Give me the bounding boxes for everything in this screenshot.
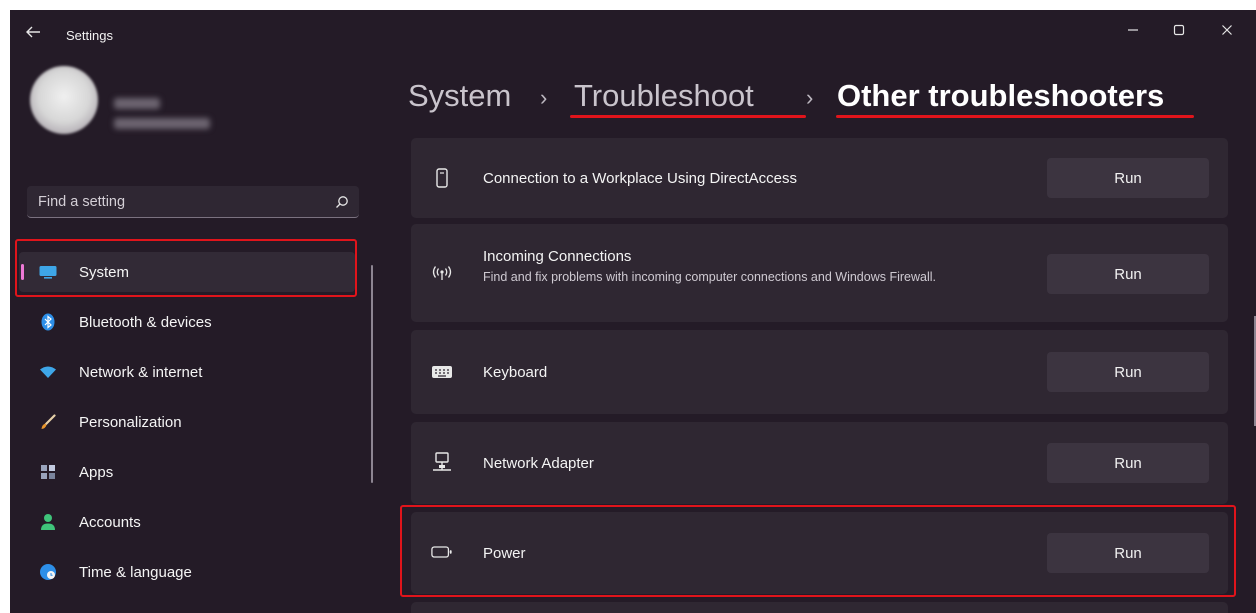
highlight-troubleshoot-underline — [570, 115, 806, 118]
maximize-icon[interactable] — [1162, 16, 1196, 44]
phone-device-icon — [431, 167, 453, 189]
brush-icon — [39, 413, 57, 431]
settings-window: Settings System Bluetooth & devices — [10, 10, 1256, 613]
troubleshooter-title: Connection to a Workplace Using DirectAc… — [483, 170, 798, 187]
apps-icon — [39, 463, 57, 481]
sidebar-item-label: Personalization — [79, 414, 182, 431]
troubleshooter-description: Find and fix problems with incoming comp… — [483, 270, 936, 284]
keyboard-icon — [431, 361, 453, 383]
user-name-blurred — [114, 98, 160, 109]
broadcast-icon — [431, 262, 453, 284]
troubleshooter-title: Network Adapter — [483, 455, 594, 472]
run-incoming-connections-button[interactable]: Run — [1047, 254, 1209, 294]
sidebar-item-network-internet[interactable]: Network & internet — [19, 352, 355, 392]
breadcrumb-troubleshoot[interactable]: Troubleshoot — [574, 78, 754, 114]
bluetooth-icon — [39, 313, 57, 331]
search-box[interactable] — [27, 186, 359, 218]
breadcrumb-system[interactable]: System — [408, 78, 511, 114]
sidebar-item-personalization[interactable]: Personalization — [19, 402, 355, 442]
sidebar-item-label: Time & language — [79, 564, 192, 581]
troubleshooter-next-partial — [411, 602, 1228, 613]
troubleshooter-network-adapter: Network Adapter Run — [411, 422, 1228, 504]
sidebar-item-apps[interactable]: Apps — [19, 452, 355, 492]
troubleshooter-title: Incoming Connections — [483, 248, 632, 265]
troubleshooter-incoming-connections: Incoming Connections Find and fix proble… — [411, 224, 1228, 322]
search-input[interactable] — [27, 186, 328, 217]
sidebar-scrollbar[interactable] — [371, 265, 373, 483]
sidebar-item-time-language[interactable]: Time & language — [19, 552, 355, 592]
troubleshooter-keyboard: Keyboard Run — [411, 330, 1228, 414]
sidebar-item-label: Accounts — [79, 514, 141, 531]
breadcrumb-separator: › — [540, 85, 548, 110]
highlight-other-troubleshooters-underline — [836, 115, 1194, 118]
person-icon — [39, 513, 57, 531]
breadcrumb-current-page: Other troubleshooters — [837, 78, 1165, 113]
wifi-icon — [39, 363, 57, 381]
user-email-blurred — [114, 118, 210, 129]
troubleshooter-title: Keyboard — [483, 364, 548, 381]
sidebar-item-label: Network & internet — [79, 364, 203, 381]
back-arrow-icon[interactable] — [24, 24, 42, 40]
sidebar-item-label: Apps — [79, 464, 114, 481]
app-title: Settings — [66, 28, 113, 43]
run-keyboard-button[interactable]: Run — [1047, 352, 1209, 392]
close-icon[interactable] — [1210, 16, 1244, 44]
network-adapter-icon — [431, 451, 453, 473]
run-network-adapter-button[interactable]: Run — [1047, 443, 1209, 483]
avatar[interactable] — [30, 66, 98, 134]
highlight-system-box — [15, 239, 357, 297]
troubleshooter-directaccess: Connection to a Workplace Using DirectAc… — [411, 138, 1228, 218]
sidebar-item-label: Bluetooth & devices — [79, 314, 212, 331]
globe-clock-icon — [39, 563, 57, 581]
search-icon[interactable] — [335, 195, 349, 209]
highlight-power-box — [400, 505, 1236, 597]
sidebar-item-accounts[interactable]: Accounts — [19, 502, 355, 542]
run-directaccess-button[interactable]: Run — [1047, 158, 1209, 198]
breadcrumb-separator: › — [806, 85, 814, 110]
sidebar-item-bluetooth-devices[interactable]: Bluetooth & devices — [19, 302, 355, 342]
minimize-icon[interactable] — [1116, 16, 1150, 44]
